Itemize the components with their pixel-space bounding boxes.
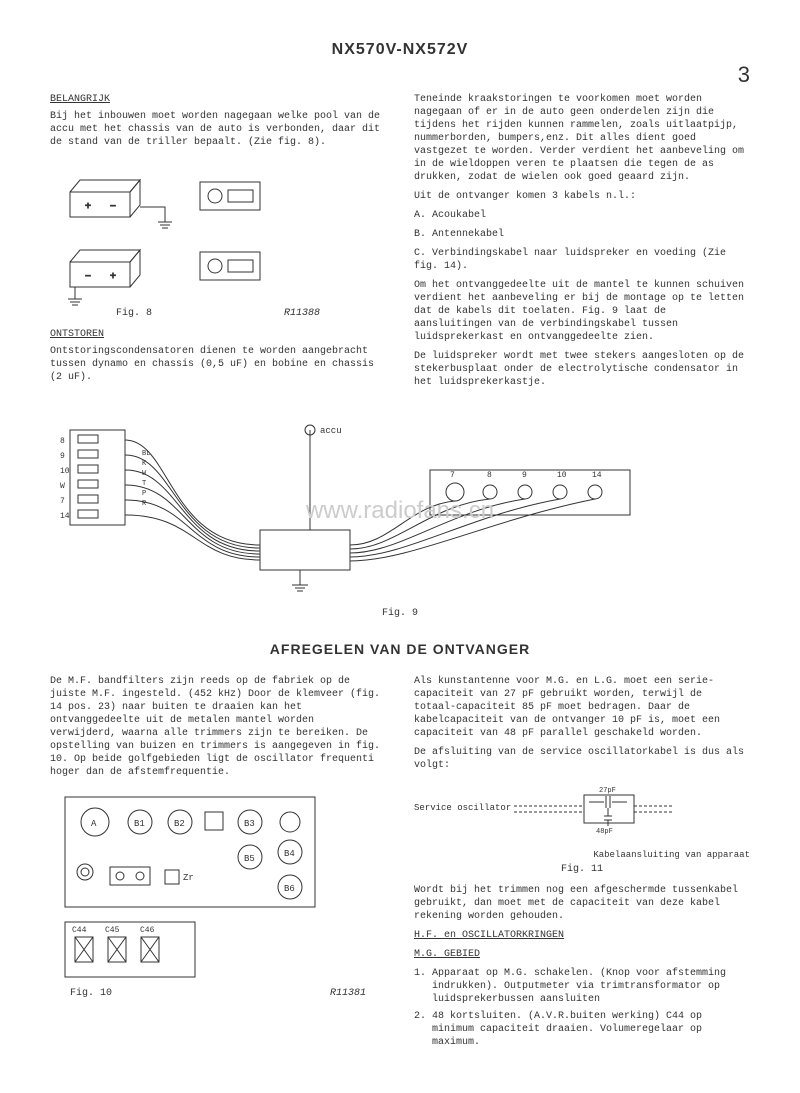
svg-text:+: + [85,202,91,213]
svg-text:10: 10 [60,467,70,476]
svg-text:B5: B5 [244,854,255,864]
mg-step-1: Apparaat op M.G. schakelen. (Knop voor a… [432,967,750,1006]
svg-text:W: W [142,470,147,478]
fig9-caption: Fig. 9 [50,607,750,620]
para-afsluiting: De afsluiting van de service oscillatork… [414,746,750,772]
cable-b: B. Antennekabel [414,228,750,241]
svg-text:accu: accu [320,426,342,436]
fig11-caption: Fig. 11 [414,863,750,876]
para-trimmen: Wordt bij het trimmen nog een afgescherm… [414,884,750,923]
figure-9: 8 9 10 W 7 14 BL K W T [50,415,750,620]
page-number: 3 [50,61,750,90]
mg-step-2: 48 kortsluiten. (A.V.R.buiten werking) C… [432,1010,750,1049]
sub-hf-osc: H.F. en OSCILLATORKRINGEN [414,929,750,942]
figure-11: Service oscillator 27pF 48pF Kabelaanslu… [414,780,750,877]
svg-text:B3: B3 [244,819,255,829]
svg-text:8: 8 [60,437,65,446]
svg-text:10: 10 [557,471,567,480]
para-ontstoren: Ontstoringscondensatoren dienen te worde… [50,345,386,384]
svg-text:C46: C46 [140,926,155,935]
section-afregelen: AFREGELEN VAN DE ONTVANGER [50,640,750,658]
cable-a: A. Acoukabel [414,209,750,222]
para-kraak: Teneinde kraakstoringen te voorkomen moe… [414,93,750,184]
svg-text:7: 7 [450,471,455,480]
section-ontstoren: ONTSTOREN [50,328,386,341]
col-right-1: Teneinde kraakstoringen te voorkomen moe… [414,93,750,395]
svg-text:BL: BL [142,450,150,458]
svg-text:C45: C45 [105,926,120,935]
svg-text:−: − [110,202,116,213]
svg-text:−: − [85,272,91,283]
mg-steps: Apparaat op M.G. schakelen. (Knop voor a… [414,967,750,1049]
figure-10: A B1 B2 B3 B4 B5 Zr B6 [50,787,386,1000]
fig10-caption: Fig. 10 [70,987,112,1000]
svg-text:B2: B2 [174,819,185,829]
svg-text:C44: C44 [72,926,87,935]
figure-8: + − − + [50,157,386,320]
section-belangrijk: BELANGRIJK [50,93,386,106]
sub-mg: M.G. GEBIED [414,948,750,961]
fig8-ref: R11388 [284,307,320,320]
fig8-caption: Fig. 8 [116,307,152,320]
svg-text:Service oscillator: Service oscillator [414,803,511,813]
para-mf: De M.F. bandfilters zijn reeds op de fab… [50,675,386,779]
para-kunstantenne: Als kunstantenne voor M.G. en L.G. moet … [414,675,750,740]
svg-text:B4: B4 [284,849,295,859]
cable-c: C. Verbindingskabel naar luidspreker en … [414,247,750,273]
para-kabels-intro: Uit de ontvanger komen 3 kabels n.l.: [414,190,750,203]
para-install: Bij het inbouwen moet worden nagegaan we… [50,110,386,149]
top-columns: BELANGRIJK Bij het inbouwen moet worden … [50,93,750,395]
svg-text:B6: B6 [284,884,295,894]
svg-text:+: + [110,272,116,283]
svg-text:9: 9 [522,471,527,480]
svg-text:7: 7 [60,497,65,506]
col-left-2: De M.F. bandfilters zijn reeds op de fab… [50,675,386,1054]
para-luidspreker: De luidspreker wordt met twee stekers aa… [414,350,750,389]
svg-text:W: W [60,482,65,491]
svg-text:T: T [142,480,146,488]
page-title: NX570V-NX572V [50,40,750,61]
svg-text:B1: B1 [134,819,145,829]
svg-text:R: R [142,500,147,508]
col-right-2: Als kunstantenne voor M.G. en L.G. moet … [414,675,750,1054]
fig11-label-right: Kabelaansluiting van apparaat [414,850,750,862]
fig10-ref: R11381 [330,987,366,1000]
svg-text:Zr: Zr [183,873,194,883]
bottom-columns: De M.F. bandfilters zijn reeds op de fab… [50,675,750,1054]
svg-text:A: A [91,819,97,829]
svg-text:9: 9 [60,452,65,461]
para-mantel: Om het ontvanggedeelte uit de mantel te … [414,279,750,344]
svg-text:8: 8 [487,471,492,480]
svg-text:48pF: 48pF [596,828,613,836]
svg-text:P: P [142,490,146,498]
svg-text:14: 14 [60,512,70,521]
svg-text:27pF: 27pF [599,787,616,795]
col-left-1: BELANGRIJK Bij het inbouwen moet worden … [50,93,386,395]
svg-text:14: 14 [592,471,602,480]
